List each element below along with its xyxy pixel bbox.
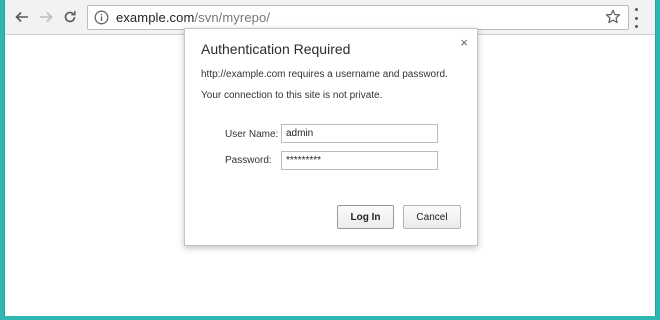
address-bar[interactable]: example.com/svn/myrepo/ xyxy=(87,5,629,30)
kebab-menu-icon[interactable] xyxy=(627,8,645,28)
browser-window: example.com/svn/myrepo/ Authentication R… xyxy=(4,0,656,316)
forward-arrow-icon xyxy=(40,11,53,23)
username-field[interactable] xyxy=(281,124,438,143)
username-label: User Name: xyxy=(225,129,279,140)
auth-dialog: Authentication Required × http://example… xyxy=(184,28,478,246)
dialog-message-line2: Your connection to this site is not priv… xyxy=(201,90,383,101)
star-icon[interactable] xyxy=(604,8,622,26)
dialog-message-line1: http://example.com requires a username a… xyxy=(201,69,448,80)
password-label: Password: xyxy=(225,155,272,166)
url-path: /svn/myrepo/ xyxy=(194,10,271,25)
back-arrow-icon xyxy=(15,11,28,23)
password-field[interactable] xyxy=(281,151,438,170)
close-icon[interactable]: × xyxy=(460,35,468,50)
url-text: example.com/svn/myrepo/ xyxy=(116,10,270,25)
back-button[interactable] xyxy=(11,6,33,28)
forward-button[interactable] xyxy=(35,6,57,28)
dialog-title: Authentication Required xyxy=(201,41,351,57)
login-button[interactable]: Log In xyxy=(337,205,394,229)
reload-icon xyxy=(64,11,76,23)
info-icon[interactable] xyxy=(94,10,109,25)
url-host: example.com xyxy=(116,10,195,25)
cancel-button[interactable]: Cancel xyxy=(403,205,461,229)
reload-button[interactable] xyxy=(59,6,81,28)
